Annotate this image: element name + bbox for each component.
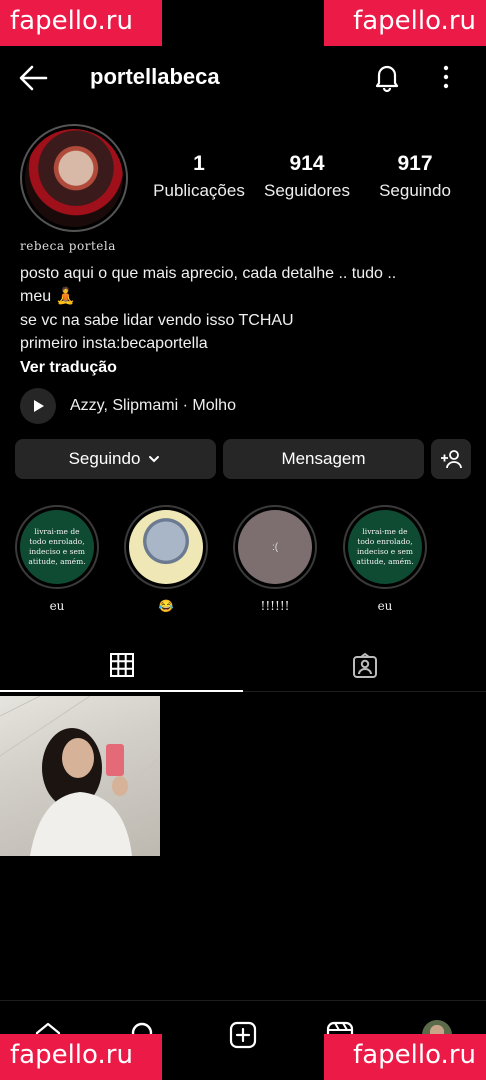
see-translation-link[interactable]: Ver tradução xyxy=(20,356,470,380)
stat-followers[interactable]: 914 Seguidores xyxy=(252,152,362,201)
display-name: rebeca portela xyxy=(20,239,116,253)
music-play-button[interactable] xyxy=(20,388,56,424)
back-button[interactable] xyxy=(16,62,52,94)
profile-username: portellabeca xyxy=(90,64,220,89)
highlight-cover-ring xyxy=(124,505,208,589)
highlight-cover xyxy=(129,510,203,584)
stat-label: Seguidores xyxy=(263,181,350,200)
highlight-cover-ring: livrai-me de todo enrolado, indeciso e s… xyxy=(343,505,427,589)
highlight-cover-ring: :( xyxy=(233,505,317,589)
chevron-down-icon xyxy=(149,456,160,463)
highlight-cover: livrai-me de todo enrolado, indeciso e s… xyxy=(348,510,422,584)
profile-header: portellabeca xyxy=(0,52,486,102)
watermark-bottom-left: fapello.ru xyxy=(0,1034,162,1080)
message-label: Mensagem xyxy=(281,449,366,468)
highlight-cover: :( xyxy=(238,510,312,584)
following-label: Seguindo xyxy=(68,449,141,468)
stat-posts[interactable]: 1 Publicações xyxy=(144,152,254,201)
stat-value: 917 xyxy=(397,152,433,175)
bio-line: se vc na sabe lidar vendo isso TCHAU xyxy=(20,311,294,329)
tagged-icon xyxy=(352,652,377,678)
watermark-top-left: fapello.ru xyxy=(0,0,162,46)
profile-tabs xyxy=(0,640,486,692)
watermark-top-right: fapello.ru xyxy=(324,0,486,46)
post-image xyxy=(0,696,160,856)
highlight-label: eu xyxy=(377,599,393,613)
profile-music[interactable]: Azzy, Slipmami · Molho xyxy=(20,388,236,424)
bio-line: meu 🧘 xyxy=(20,288,76,305)
story-highlight[interactable]: :( !!!!!! xyxy=(233,505,317,613)
tab-tagged[interactable] xyxy=(243,640,486,692)
profile-bio: rebeca portela posto aqui o que mais apr… xyxy=(20,235,470,379)
add-user-icon xyxy=(441,450,462,469)
more-vertical-icon xyxy=(443,65,449,89)
profile-avatar[interactable] xyxy=(20,124,128,232)
avatar-image xyxy=(25,129,123,227)
stat-label: Seguindo xyxy=(379,181,451,200)
bio-line: posto aqui o que mais aprecio, cada deta… xyxy=(20,264,397,282)
highlight-cover: livrai-me de todo enrolado, indeciso e s… xyxy=(20,510,94,584)
post-thumbnail[interactable] xyxy=(0,696,160,856)
grid-icon xyxy=(109,653,134,677)
story-highlight[interactable]: 😂 xyxy=(124,505,208,613)
highlight-label: !!!!!! xyxy=(260,599,290,613)
music-label: Azzy, Slipmami · Molho xyxy=(70,397,236,414)
back-arrow-icon xyxy=(19,65,48,91)
stat-label: Publicações xyxy=(153,181,245,200)
tab-posts-grid[interactable] xyxy=(0,640,243,692)
stat-value: 914 xyxy=(289,152,325,175)
story-highlight[interactable]: livrai-me de todo enrolado, indeciso e s… xyxy=(343,505,427,613)
message-button[interactable]: Mensagem xyxy=(223,439,424,479)
watermark-bottom-right: fapello.ru xyxy=(324,1034,486,1080)
bio-line: primeiro insta:becaportella xyxy=(20,335,208,352)
notifications-button[interactable] xyxy=(370,60,404,94)
suggest-users-button[interactable] xyxy=(431,439,471,479)
stat-following[interactable]: 917 Seguindo xyxy=(360,152,470,201)
stat-value: 1 xyxy=(193,152,205,175)
nav-create[interactable] xyxy=(225,1017,261,1053)
bell-icon xyxy=(375,65,399,93)
play-icon xyxy=(34,400,44,412)
create-icon xyxy=(229,1021,257,1049)
more-options-button[interactable] xyxy=(432,60,460,94)
story-highlight[interactable]: livrai-me de todo enrolado, indeciso e s… xyxy=(15,505,99,613)
highlight-label: eu xyxy=(49,599,65,613)
following-button[interactable]: Seguindo xyxy=(15,439,216,479)
highlight-cover-ring: livrai-me de todo enrolado, indeciso e s… xyxy=(15,505,99,589)
highlight-label: 😂 xyxy=(158,599,174,613)
